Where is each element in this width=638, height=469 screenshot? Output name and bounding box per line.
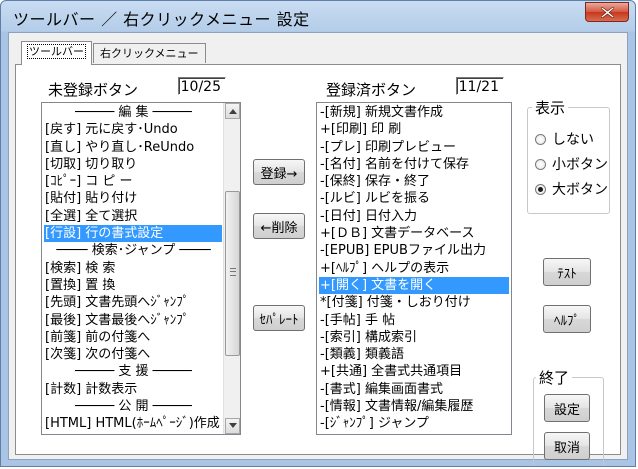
list-item[interactable]: ──── 検索･ジャンプ ──── [44, 242, 222, 259]
list-item[interactable]: -[手帖] 手 帖 [319, 312, 509, 329]
list-item[interactable]: -[新規] 新規文書作成 [319, 104, 509, 121]
grip-icon [230, 268, 236, 276]
cancel-button[interactable]: 取消 [544, 432, 590, 460]
unregistered-count: 10/25 [178, 77, 226, 95]
radio-small[interactable]: 小ボタン [535, 154, 608, 174]
list-item[interactable]: [ｺﾋﾟｰ] コ ピ ー [44, 173, 222, 190]
list-item[interactable]: [行設] 行の書式設定 [44, 225, 222, 243]
list-item[interactable]: [先頭] 文書先頭へｼﾞｬﾝﾌﾟ [44, 294, 222, 311]
list-item[interactable]: -[日付] 日付入力 [319, 208, 509, 225]
display-group-title: 表示 [532, 97, 569, 118]
display-group: 表示 しない 小ボタン 大ボタン [527, 97, 610, 214]
registered-listbox[interactable]: -[新規] 新規文書作成 +[印刷] 印 刷 -[プレ] 印刷プレビュー -[名付] … [316, 102, 512, 435]
list-item[interactable]: [前箋] 前の付箋へ [44, 329, 222, 346]
list-item[interactable]: -[情報] 文書情報/編集履歴 [319, 398, 509, 415]
close-button[interactable] [585, 2, 629, 22]
radio-none[interactable]: しない [535, 129, 594, 149]
dialog-client: ツールバー 右クリックメニュー 未登録ボタン 10/25 ───── 編 集 ─… [8, 32, 628, 466]
list-item[interactable]: [最後] 文書最後へｼﾞｬﾝﾌﾟ [44, 312, 222, 329]
list-item[interactable]: [貼付] 貼り付け [44, 190, 222, 207]
list-item[interactable]: [置換] 置 換 [44, 277, 222, 294]
separator-button[interactable]: ｾﾊﾟﾚｰﾄ [253, 305, 305, 331]
list-item[interactable]: [全選] 全て選択 [44, 208, 222, 225]
register-button[interactable]: 登録→ [253, 159, 305, 185]
list-item[interactable]: [切取] 切り取り [44, 156, 222, 173]
list-item[interactable]: [計数] 計数表示 [44, 381, 222, 398]
end-group-title: 終了 [536, 367, 573, 388]
list-item[interactable]: +[ＤＢ] 文書データベース [319, 225, 509, 242]
unregistered-items: ───── 編 集 ───── [戻す] 元に戻す･Undo [直し] やり直し･R… [44, 104, 222, 433]
end-group: 終了 設定 取消 [533, 367, 604, 466]
tab-context-menu[interactable]: 右クリックメニュー [93, 43, 206, 63]
arrow-up-icon [229, 109, 237, 114]
radio-icon [535, 158, 546, 170]
scroll-thumb[interactable] [225, 191, 240, 356]
list-item[interactable]: ───── 公 開 ───── [44, 398, 222, 415]
list-item[interactable]: *[付箋] 付箋・しおり付け [319, 294, 509, 311]
list-item[interactable]: -[プレ] 印刷プレビュー [319, 139, 509, 156]
registered-label: 登録済ボタン [326, 81, 417, 99]
list-item[interactable]: ───── 支 援 ───── [44, 363, 222, 380]
help-button[interactable]: ﾍﾙﾌﾟ [543, 305, 591, 333]
window-title: ツールバー ／ 右クリックメニュー 設定 [13, 10, 310, 29]
scroll-down-button[interactable] [225, 418, 240, 434]
unregistered-listbox[interactable]: ───── 編 集 ───── [戻す] 元に戻す･Undo [直し] やり直し･R… [41, 102, 241, 435]
radio-large[interactable]: 大ボタン [535, 179, 608, 199]
list-item[interactable]: -[EPUB] EPUBファイル出力 [319, 242, 509, 259]
toolbar-panel: 未登録ボタン 10/25 ───── 編 集 ───── [戻す] 元に戻す･Un… [15, 64, 621, 466]
list-item[interactable]: [直し] やり直し･ReUndo [44, 139, 222, 156]
list-item[interactable]: -[ｼﾞｬﾝﾌﾟ] ジャンプ [319, 415, 509, 432]
radio-checked-icon [535, 183, 546, 195]
list-item[interactable]: -[名付] 名前を付けて保存 [319, 156, 509, 173]
list-item[interactable]: -[索引] 構成索引 [319, 329, 509, 346]
unregistered-label: 未登録ボタン [48, 81, 139, 99]
tab-toolbar[interactable]: ツールバー [21, 41, 92, 65]
list-item[interactable]: +[印刷] 印 刷 [319, 121, 509, 138]
close-icon [601, 7, 614, 18]
registered-count: 11/21 [456, 77, 504, 95]
list-item[interactable]: [次箋] 次の付箋へ [44, 346, 222, 363]
scroll-up-button[interactable] [225, 103, 240, 119]
test-button[interactable]: ﾃｽﾄ [543, 258, 591, 286]
list-item[interactable]: -[類義] 類義語 [319, 346, 509, 363]
list-item[interactable]: ───── 編 集 ───── [44, 104, 222, 121]
list-item[interactable]: +[開く] 文書を開く [319, 276, 509, 295]
list-item[interactable]: [戻す] 元に戻す･Undo [44, 121, 222, 138]
list-item[interactable]: -[保終] 保存・終了 [319, 173, 509, 190]
dialog-window: ツールバー ／ 右クリックメニュー 設定 ツールバー 右クリックメニュー 未登録… [0, 0, 636, 467]
list-item[interactable]: [HTML] HTML(ﾎｰﾑﾍﾟｰｼﾞ)作成 [44, 415, 222, 432]
radio-icon [535, 133, 546, 145]
list-item[interactable]: -[ルビ] ルビを振る [319, 190, 509, 207]
list-item[interactable]: [検索] 検 索 [44, 260, 222, 277]
list-item[interactable]: -[書式] 編集画面書式 [319, 381, 509, 398]
settings-button[interactable]: 設定 [544, 394, 590, 422]
list-item[interactable]: +[共通] 全書式共通項目 [319, 363, 509, 380]
unregistered-scrollbar[interactable] [223, 103, 240, 434]
title-bar[interactable]: ツールバー ／ 右クリックメニュー 設定 [1, 1, 635, 32]
delete-button[interactable]: ←削除 [253, 213, 305, 239]
list-item[interactable]: +[ﾍﾙﾌﾟ] ヘルプの表示 [319, 260, 509, 277]
arrow-down-icon [229, 423, 237, 428]
registered-items: -[新規] 新規文書作成 +[印刷] 印 刷 -[プレ] 印刷プレビュー -[名付] … [319, 104, 509, 433]
